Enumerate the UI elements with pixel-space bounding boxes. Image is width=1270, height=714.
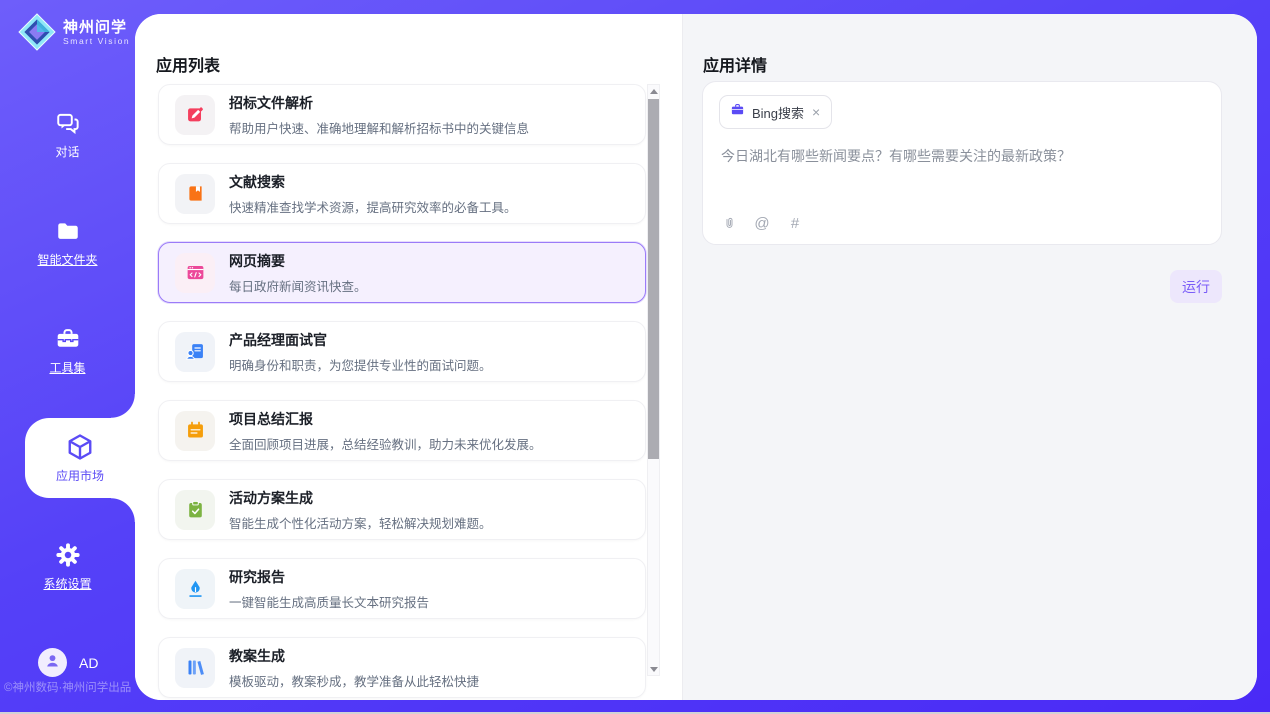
- main-content: 应用列表 招标文件解析 帮助用户快速、准确地理解和解析招标书中的关键信息 文献搜…: [135, 14, 1257, 700]
- app-name: 研究报告: [229, 567, 429, 587]
- app-description: 全面回顾项目进展，总结经验教训，助力未来优化发展。: [229, 434, 542, 453]
- sidebar-item[interactable]: 工具集: [0, 326, 135, 376]
- sidebar-item[interactable]: 系统设置: [0, 542, 135, 592]
- hash-icon[interactable]: #: [787, 215, 803, 231]
- book-icon: [175, 174, 215, 214]
- app-list-item[interactable]: 文献搜索 快速精准查找学术资源，提高研究效率的必备工具。: [158, 163, 646, 224]
- sidebar-item-label: 工具集: [49, 359, 85, 376]
- app-description: 帮助用户快速、准确地理解和解析招标书中的关键信息: [229, 118, 529, 137]
- app-description: 快速精准查找学术资源，提高研究效率的必备工具。: [229, 197, 517, 216]
- person-icon: [43, 651, 62, 675]
- app-description: 智能生成个性化活动方案，轻松解决规划难题。: [229, 513, 492, 532]
- books-icon: [175, 648, 215, 688]
- browser-icon: [175, 253, 215, 293]
- sidebar: 神州问学 Smart Vision 对话 智能文件夹 工具集 应用市场 系统设置: [0, 0, 135, 712]
- mention-icon[interactable]: @: [754, 215, 770, 231]
- app-list-title: 应用列表: [156, 52, 220, 76]
- card-toolbar: @#: [721, 215, 803, 231]
- app-list-panel: 应用列表 招标文件解析 帮助用户快速、准确地理解和解析招标书中的关键信息 文献搜…: [135, 14, 683, 700]
- brand-logo: 神州问学 Smart Vision: [18, 13, 130, 51]
- app-name: 教案生成: [229, 646, 479, 666]
- scroll-down-icon[interactable]: [648, 663, 659, 675]
- tool-chip-bing-search[interactable]: Bing搜索 ×: [719, 95, 832, 129]
- report-icon: [175, 569, 215, 609]
- cube-icon: [65, 432, 95, 462]
- sidebar-item[interactable]: 对话: [0, 110, 135, 160]
- app-list-item[interactable]: 活动方案生成 智能生成个性化活动方案，轻松解决规划难题。: [158, 479, 646, 540]
- app-list-item[interactable]: 招标文件解析 帮助用户快速、准确地理解和解析招标书中的关键信息: [158, 84, 646, 145]
- app-detail-title: 应用详情: [703, 52, 767, 76]
- copyright-footer: ©神州数码·神州问学出品: [4, 679, 135, 695]
- app-list-item[interactable]: 网页摘要 每日政府新闻资讯快查。: [158, 242, 646, 303]
- brand-name: 神州问学: [63, 19, 130, 36]
- app-name: 活动方案生成: [229, 488, 492, 508]
- sidebar-item[interactable]: 智能文件夹: [0, 218, 135, 268]
- toolbox-icon: [55, 326, 81, 352]
- app-name: 网页摘要: [229, 251, 367, 271]
- app-list-item[interactable]: 项目总结汇报 全面回顾项目进展，总结经验教训，助力未来优化发展。: [158, 400, 646, 461]
- query-card: Bing搜索 × 今日湖北有哪些新闻要点？有哪些需要关注的最新政策？ @#: [702, 81, 1222, 245]
- calendar-icon: [175, 411, 215, 451]
- query-input[interactable]: 今日湖北有哪些新闻要点？有哪些需要关注的最新政策？: [721, 146, 1203, 166]
- avatar[interactable]: [38, 648, 67, 677]
- scrollbar[interactable]: [647, 84, 660, 676]
- app-list-item[interactable]: 研究报告 一键智能生成高质量长文本研究报告: [158, 558, 646, 619]
- app-name: 招标文件解析: [229, 93, 529, 113]
- sidebar-item-label: 系统设置: [43, 575, 91, 592]
- folder-icon: [55, 218, 81, 244]
- app-name: 文献搜索: [229, 172, 517, 192]
- app-list-item[interactable]: 教案生成 模板驱动，教案秒成，教学准备从此轻松快捷: [158, 637, 646, 698]
- app-list: 招标文件解析 帮助用户快速、准确地理解和解析招标书中的关键信息 文献搜索 快速精…: [158, 84, 646, 700]
- sidebar-item-label: 智能文件夹: [37, 251, 97, 268]
- app-detail-panel: 应用详情 Bing搜索 × 今日湖北有哪些新闻要点？有哪些需要关注的最新政策？ …: [683, 14, 1257, 700]
- brand-diamond-icon: [18, 13, 56, 51]
- edit-doc-icon: [175, 95, 215, 135]
- chat-icon: [55, 110, 81, 136]
- gear-icon: [55, 542, 81, 568]
- tool-chip-label: Bing搜索: [752, 103, 804, 122]
- app-description: 明确身份和职责，为您提供专业性的面试问题。: [229, 355, 492, 374]
- interview-icon: [175, 332, 215, 372]
- app-description: 每日政府新闻资讯快查。: [229, 276, 367, 295]
- app-list-item[interactable]: 产品经理面试官 明确身份和职责，为您提供专业性的面试问题。: [158, 321, 646, 382]
- sidebar-item-label: 对话: [55, 143, 79, 160]
- app-name: 项目总结汇报: [229, 409, 542, 429]
- close-icon[interactable]: ×: [811, 105, 821, 119]
- clipboard-icon: [175, 490, 215, 530]
- brand-subtitle: Smart Vision: [63, 36, 130, 46]
- attachment-icon[interactable]: [721, 215, 737, 231]
- app-description: 模板驱动，教案秒成，教学准备从此轻松快捷: [229, 671, 479, 690]
- run-button[interactable]: 运行: [1170, 270, 1222, 303]
- user-initials: AD: [79, 655, 98, 671]
- user-profile[interactable]: AD: [38, 648, 98, 677]
- briefcase-icon: [730, 102, 745, 122]
- scrollbar-thumb[interactable]: [648, 99, 659, 459]
- sidebar-item[interactable]: 应用市场: [25, 418, 135, 498]
- sidebar-item-label: 应用市场: [56, 467, 104, 484]
- scroll-up-icon[interactable]: [648, 85, 659, 97]
- app-description: 一键智能生成高质量长文本研究报告: [229, 592, 429, 611]
- app-name: 产品经理面试官: [229, 330, 492, 350]
